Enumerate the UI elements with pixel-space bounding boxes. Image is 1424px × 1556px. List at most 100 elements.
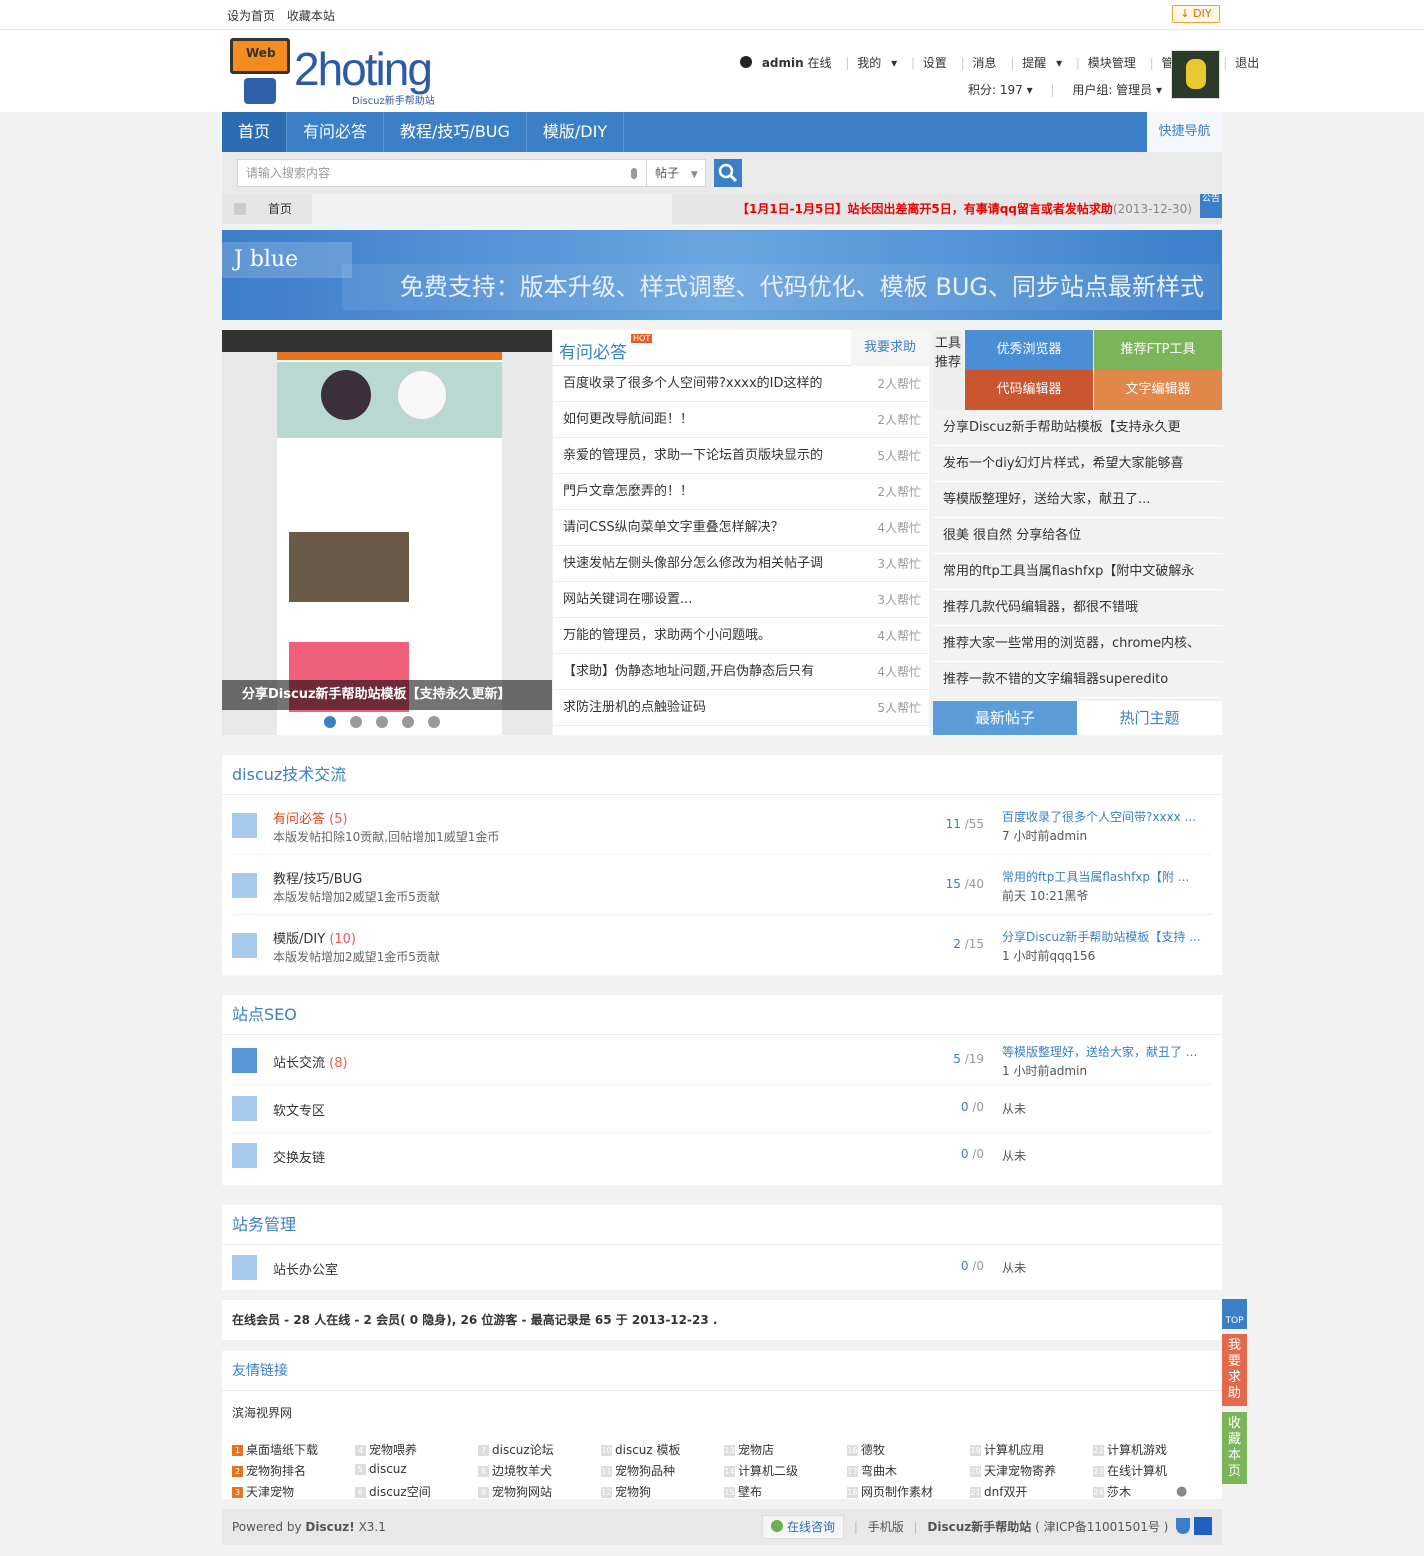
icp-link[interactable]: ( 津ICP备11001501号 ) <box>1035 1520 1168 1534</box>
tool-post-row[interactable]: 常用的ftp工具当属flashfxp【附中文破解永 <box>933 554 1222 590</box>
friend-link[interactable]: 6 discuz空间 <box>355 1483 431 1500</box>
friend-link[interactable]: 18 网页制作素材 <box>847 1483 933 1500</box>
settings-link[interactable]: 设置 <box>923 56 947 70</box>
friend-link[interactable]: 22 计算机游戏 <box>1093 1441 1167 1458</box>
search-type-select[interactable]: 帖子 ▼ <box>646 159 706 187</box>
last-post-link[interactable]: 常用的ftp工具当属flashfxp【附 ... <box>1002 868 1189 885</box>
friend-link[interactable]: 10 discuz 模板 <box>601 1441 681 1458</box>
set-home-link[interactable]: 设为首页 <box>227 9 275 23</box>
qa-row[interactable]: 門戶文章怎麼弄的！！ 2人帮忙 <box>553 474 929 510</box>
forum-icon[interactable] <box>232 933 257 958</box>
tool-browser[interactable]: 优秀浏览器 <box>965 330 1093 370</box>
nav-item-qa[interactable]: 有问必答 <box>287 112 385 152</box>
section-title[interactable]: 站务管理 <box>222 1205 1222 1245</box>
messages-link[interactable]: 消息 <box>973 56 997 70</box>
forum-icon[interactable] <box>232 813 257 838</box>
friend-link[interactable]: 2 宠物狗排名 <box>232 1462 306 1479</box>
slide-dot[interactable] <box>350 716 362 728</box>
section-title[interactable]: 站点SEO <box>222 995 1222 1035</box>
friend-link[interactable]: 8 边境牧羊犬 <box>478 1462 552 1479</box>
forum-icon[interactable] <box>232 1096 257 1121</box>
qa-row[interactable]: 求防注册机的点触验证码 5人帮忙 <box>553 690 929 726</box>
group-menu[interactable]: 用户组: 管理员 ▾ <box>1072 83 1162 97</box>
friend-link[interactable]: 16 德牧 <box>847 1441 885 1458</box>
tool-post-row[interactable]: 推荐大家一些常用的浏览器，chrome内核、 <box>933 626 1222 662</box>
username[interactable]: admin <box>762 56 804 70</box>
forum-name[interactable]: 站长交流 (8) <box>273 1052 348 1071</box>
score-menu[interactable]: 积分: 197 ▾ <box>968 83 1033 97</box>
remind-menu[interactable]: 提醒 ▾ <box>1022 56 1062 70</box>
friend-link[interactable]: 23 在线计算机 <box>1093 1462 1167 1479</box>
friend-link[interactable]: 14 计算机二级 <box>724 1462 798 1479</box>
tool-post-row[interactable]: 发布一个diy幻灯片样式，希望大家能够喜 <box>933 446 1222 482</box>
section-title[interactable]: discuz技术交流 <box>222 755 1222 795</box>
my-menu[interactable]: 我的 ▾ <box>857 56 897 70</box>
shield-icon[interactable] <box>1176 1518 1191 1534</box>
qa-row[interactable]: 万能的管理员，求助两个小问题哦。 4人帮忙 <box>553 618 929 654</box>
friend-link[interactable]: 7 discuz论坛 <box>478 1441 554 1458</box>
tool-ftp[interactable]: 推荐FTP工具 <box>1094 330 1222 370</box>
slide-dot[interactable] <box>324 716 336 728</box>
baidu-icon[interactable] <box>1194 1517 1212 1535</box>
tool-post-row[interactable]: 分享Discuz新手帮助站模板【支持永久更 <box>933 410 1222 446</box>
last-post-link[interactable]: 百度收录了很多个人空间带?xxxx ... <box>1002 808 1196 825</box>
qa-row[interactable]: 【求助】伪静态地址问题,开启伪静态后只有 4人帮忙 <box>553 654 929 690</box>
friend-link[interactable]: 5 discuz <box>355 1462 407 1476</box>
forum-name[interactable]: 模版/DIY (10) <box>273 928 356 947</box>
friend-link[interactable]: 21 dnf双开 <box>970 1483 1027 1500</box>
friend-link[interactable]: 9 宠物狗网站 <box>478 1483 552 1500</box>
friend-link[interactable]: 1 桌面墙纸下载 <box>232 1441 318 1458</box>
slideshow[interactable]: 分享Discuz新手帮助站模板【支持永久更新】 <box>222 330 552 735</box>
last-post-link[interactable]: 等模版整理好，送给大家，献丑了 ... <box>1002 1043 1197 1060</box>
friend-link[interactable]: 17 弯曲木 <box>847 1462 897 1479</box>
tool-post-row[interactable]: 等模版整理好，送给大家，献丑了... <box>933 482 1222 518</box>
ask-help-button[interactable]: 我要求助 <box>851 330 929 366</box>
forum-icon[interactable] <box>232 873 257 898</box>
slide-dot[interactable] <box>402 716 414 728</box>
help-button[interactable]: 我要求助 <box>1222 1334 1247 1406</box>
nav-item-template[interactable]: 模版/DIY <box>527 112 625 152</box>
consult-button[interactable]: 在线咨询 <box>761 1515 844 1539</box>
back-to-top-button[interactable]: TOP <box>1222 1299 1247 1329</box>
friend-link[interactable]: 12 宠物狗 <box>601 1483 651 1500</box>
microphone-icon[interactable] <box>631 168 637 179</box>
qa-row[interactable]: 请问CSS纵向菜单文字重叠怎样解决？ 4人帮忙 <box>553 510 929 546</box>
forum-name[interactable]: 教程/技巧/BUG <box>273 868 362 887</box>
qa-row[interactable]: 网站关键词在哪设置... 3人帮忙 <box>553 582 929 618</box>
search-input[interactable]: 请输入搜索内容 <box>237 159 647 187</box>
tool-code-editor[interactable]: 代码编辑器 <box>965 370 1093 410</box>
slide-dot[interactable] <box>428 716 440 728</box>
discuz-link[interactable]: Discuz! <box>305 1520 354 1534</box>
module-link[interactable]: 模块管理 <box>1088 56 1136 70</box>
friend-link[interactable]: 4 宠物喂养 <box>355 1441 417 1458</box>
qa-row[interactable]: 百度收录了很多个人空间带?xxxx的ID这样的 2人帮忙 <box>553 366 929 402</box>
friend-link[interactable]: 24 莎木 <box>1093 1483 1131 1500</box>
qa-row[interactable]: 快速发帖左侧头像部分怎么修改为相关帖子调 3人帮忙 <box>553 546 929 582</box>
friend-link[interactable]: 19 计算机应用 <box>970 1441 1044 1458</box>
tab-hot-topics[interactable]: 热门主题 <box>1077 701 1222 735</box>
forum-name[interactable]: 有问必答 (5) <box>273 808 348 827</box>
forum-icon[interactable] <box>232 1143 257 1168</box>
last-post-link[interactable]: 分享Discuz新手帮助站模板【支持 ... <box>1002 928 1201 945</box>
site-name-link[interactable]: Discuz新手帮助站 <box>927 1520 1031 1534</box>
tool-post-row[interactable]: 推荐几款代码编辑器，都很不错哦 <box>933 590 1222 626</box>
bookmark-link[interactable]: 收藏本站 <box>287 9 335 23</box>
forum-icon[interactable] <box>232 1255 257 1280</box>
forum-name[interactable]: 交换友链 <box>273 1147 325 1166</box>
slide-dot[interactable] <box>376 716 388 728</box>
forum-name[interactable]: 软文专区 <box>273 1100 325 1119</box>
forum-name[interactable]: 站长办公室 <box>273 1259 338 1278</box>
diy-button[interactable]: ↓ DIY <box>1172 5 1220 23</box>
announcement[interactable]: 【1月1日-1月5日】站长因出差离开5日，有事请qq留言或者发帖求助(2013-… <box>672 194 1222 224</box>
qa-row[interactable]: 亲爱的管理员，求助一下论坛首页版块显示的 5人帮忙 <box>553 438 929 474</box>
text-link[interactable]: 滨海视界网 <box>232 1404 292 1421</box>
friend-link[interactable]: 20 天津宠物寄养 <box>970 1462 1056 1479</box>
logout-link[interactable]: 退出 <box>1235 56 1259 70</box>
search-button[interactable] <box>714 159 742 187</box>
quick-nav-button[interactable]: 快捷导航 <box>1147 112 1222 152</box>
online-stats[interactable]: 在线会员 - 28 人在线 - 2 会员( 0 隐身), 26 位游客 - 最高… <box>222 1300 1222 1340</box>
home-icon[interactable] <box>234 203 246 215</box>
tool-post-row[interactable]: 推荐一款不错的文字编辑器superedito <box>933 662 1222 698</box>
nav-item-home[interactable]: 首页 <box>222 112 288 152</box>
friend-link[interactable]: 3 天津宠物 <box>232 1483 294 1500</box>
